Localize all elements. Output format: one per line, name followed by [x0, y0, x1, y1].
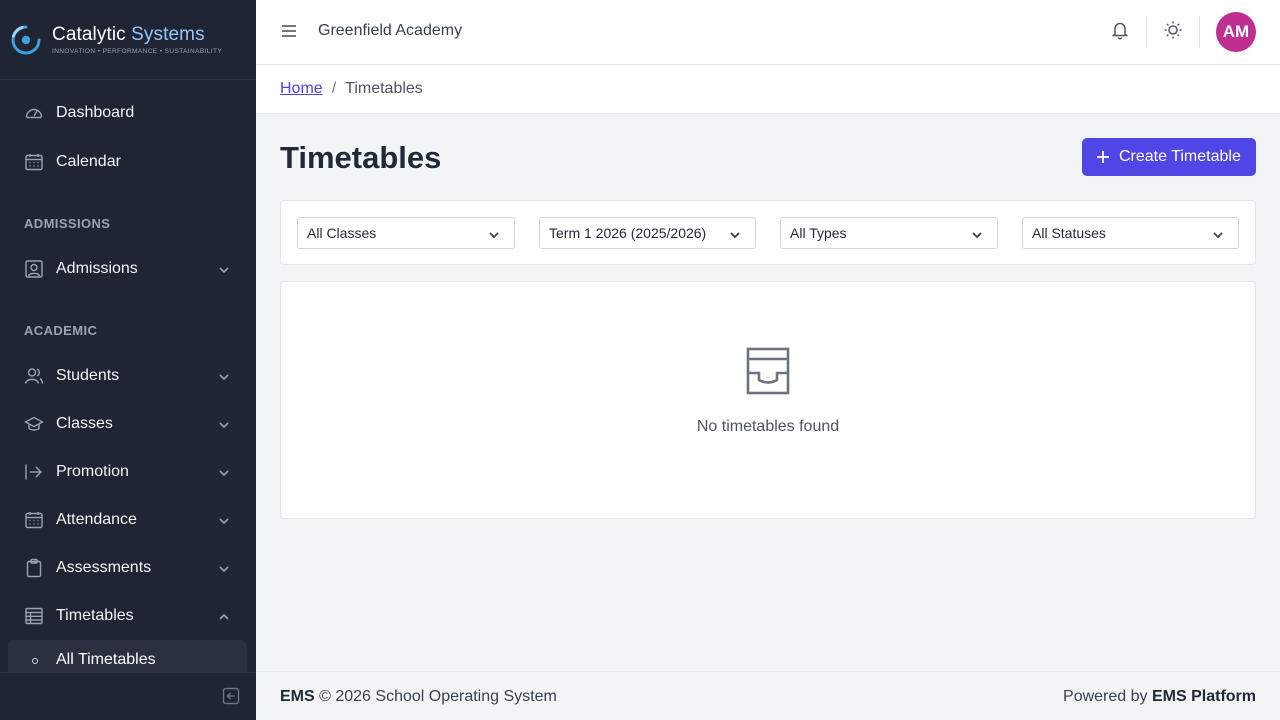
type-filter-select[interactable]: All Types	[780, 217, 998, 249]
status-filter-select[interactable]: All Statuses	[1022, 217, 1239, 249]
footer-powered-by: Powered by EMS Platform	[1063, 688, 1256, 706]
plus-icon	[1096, 150, 1110, 164]
class-filter-select[interactable]: All Classes	[297, 217, 515, 249]
footer-copyright: EMS © 2026 School Operating System	[280, 688, 557, 706]
students-users-icon	[24, 366, 44, 386]
chevron-down-icon	[218, 418, 230, 430]
chevron-down-icon	[488, 228, 500, 240]
bullet-circle-icon	[32, 658, 38, 664]
sidebar-item-attendance[interactable]: Attendance	[0, 500, 256, 540]
org-name: Greenfield Academy	[318, 22, 463, 39]
type-filter-value: All Types	[790, 225, 847, 241]
calendar-icon	[24, 152, 44, 172]
user-avatar[interactable]: AM	[1216, 12, 1256, 52]
sidebar-item-label: Assessments	[56, 559, 152, 576]
create-timetable-button[interactable]: Create Timetable	[1082, 138, 1256, 176]
collapse-sidebar-icon[interactable]	[222, 687, 240, 705]
notification-bell-icon[interactable]	[1110, 20, 1130, 40]
top-header: Greenfield Academy AM	[256, 0, 1280, 65]
brand-tagline: INNOVATION • PERFORMANCE • SUSTAINABILIT…	[52, 48, 223, 55]
theme-toggle-sun-icon[interactable]	[1163, 20, 1183, 40]
inbox-tray-icon	[746, 347, 790, 395]
brand-name: Catalytic Systems	[52, 24, 222, 46]
sidebar: Catalytic Systems INNOVATION • PERFORMAN…	[0, 0, 256, 720]
page-title: Timetables	[280, 140, 442, 175]
breadcrumb: Home / Timetables	[256, 65, 1280, 114]
sidebar-item-label: Admissions	[56, 260, 138, 277]
clipboard-icon	[24, 558, 44, 578]
chevron-down-icon	[971, 228, 983, 240]
chevron-down-icon	[218, 562, 230, 574]
breadcrumb-home-link[interactable]: Home	[280, 80, 323, 98]
section-label-admissions: ADMISSIONS	[24, 216, 111, 231]
breadcrumb-current: Timetables	[345, 80, 423, 97]
chevron-down-icon	[218, 466, 230, 478]
sidebar-item-calendar[interactable]: Calendar	[0, 142, 256, 182]
sidebar-item-classes[interactable]: Classes	[0, 404, 256, 444]
filter-bar: All Classes Term 1 2026 (2025/2026) All …	[280, 200, 1256, 265]
create-timetable-label: Create Timetable	[1119, 148, 1241, 165]
brand[interactable]: Catalytic Systems INNOVATION • PERFORMAN…	[0, 0, 256, 80]
chevron-down-icon	[218, 514, 230, 526]
brand-name-part1: Catalytic	[52, 24, 126, 45]
header-divider	[1146, 16, 1147, 48]
footer-powered-brand[interactable]: EMS Platform	[1152, 688, 1256, 705]
brand-name-part2: Systems	[131, 24, 205, 45]
sidebar-item-label: Dashboard	[56, 104, 135, 121]
breadcrumb-separator: /	[331, 80, 337, 97]
promotion-arrow-icon	[24, 462, 44, 482]
footer-copyright-text: © 2026 School Operating System	[319, 688, 557, 705]
class-filter-value: All Classes	[307, 225, 377, 241]
sidebar-item-students[interactable]: Students	[0, 356, 256, 396]
empty-state-card: No timetables found	[280, 281, 1256, 519]
sidebar-item-label: Calendar	[56, 153, 121, 170]
sidebar-item-label: Attendance	[56, 511, 137, 528]
chevron-up-icon	[218, 610, 230, 622]
sidebar-item-label: Classes	[56, 415, 113, 432]
footer-brand: EMS	[280, 688, 315, 705]
chevron-down-icon	[218, 263, 230, 275]
footer-powered-prefix: Powered by	[1063, 688, 1148, 705]
sidebar-footer	[0, 672, 256, 720]
dashboard-gauge-icon	[24, 103, 44, 123]
sidebar-item-admissions[interactable]: Admissions	[0, 249, 256, 289]
term-filter-select[interactable]: Term 1 2026 (2025/2026)	[539, 217, 756, 249]
page-footer: EMS © 2026 School Operating System Power…	[256, 671, 1280, 720]
graduation-cap-icon	[24, 414, 44, 434]
sidebar-item-assessments[interactable]: Assessments	[0, 548, 256, 588]
sidebar-item-label: Students	[56, 367, 120, 384]
attendance-calendar-icon	[24, 510, 44, 530]
sidebar-item-timetables[interactable]: Timetables	[0, 596, 256, 636]
sidebar-item-dashboard[interactable]: Dashboard	[0, 93, 256, 133]
chevron-down-icon	[729, 228, 741, 240]
sidebar-item-label: Timetables	[56, 607, 134, 624]
empty-state-message: No timetables found	[696, 418, 840, 435]
sidebar-item-label: Promotion	[56, 463, 129, 480]
sidebar-subitem-label: All Timetables	[56, 651, 156, 668]
status-filter-value: All Statuses	[1032, 225, 1106, 241]
admissions-id-icon	[24, 259, 44, 279]
section-label-academic: ACADEMIC	[24, 323, 98, 338]
brand-logo-icon	[11, 25, 41, 54]
table-icon	[24, 606, 44, 626]
header-divider	[1199, 16, 1200, 48]
term-filter-value: Term 1 2026 (2025/2026)	[549, 225, 707, 241]
chevron-down-icon	[218, 370, 230, 382]
chevron-down-icon	[1212, 228, 1224, 240]
sidebar-item-promotion[interactable]: Promotion	[0, 452, 256, 492]
hamburger-menu-icon[interactable]	[280, 22, 298, 40]
